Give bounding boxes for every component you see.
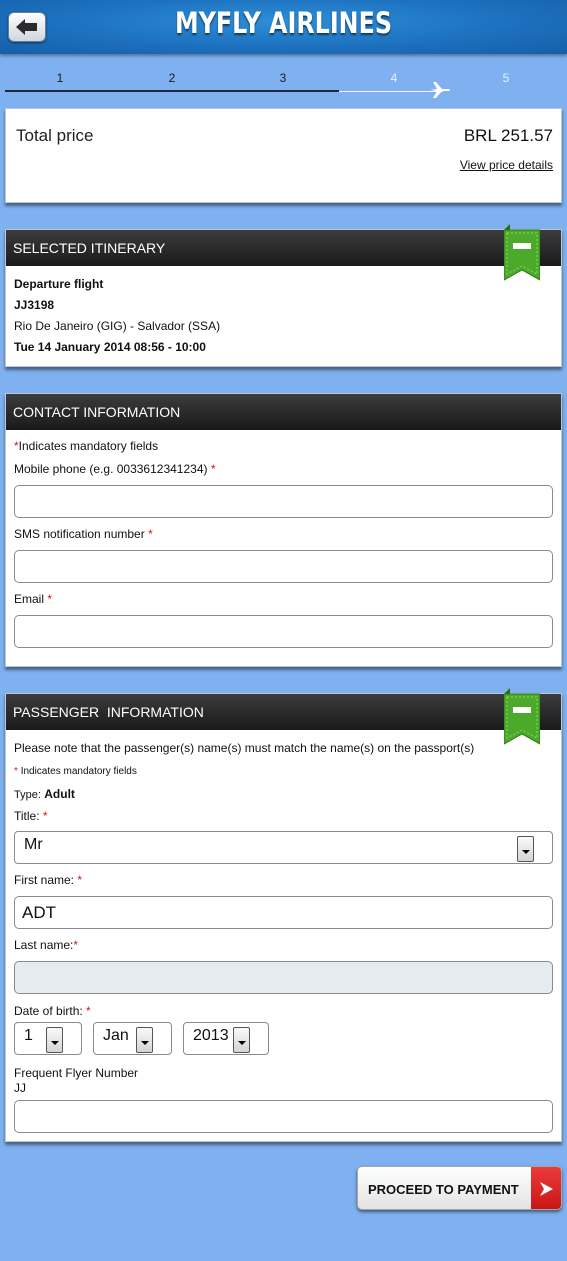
required-mark: * bbox=[42, 809, 48, 823]
dob-day-select[interactable]: 1 bbox=[14, 1022, 82, 1055]
last-name-input[interactable] bbox=[14, 961, 553, 994]
required-mark: * bbox=[148, 527, 153, 541]
required-mark: * bbox=[210, 462, 216, 476]
required-mark: * bbox=[86, 1004, 91, 1018]
mandatory-note: Indicates mandatory fields bbox=[18, 439, 159, 453]
arrow-right-icon bbox=[531, 1167, 561, 1209]
date-of-birth-label: Date of birth: bbox=[14, 1004, 83, 1018]
step-5: 5 bbox=[502, 71, 510, 85]
progress-line-todo bbox=[339, 91, 443, 92]
email-label: Email bbox=[14, 592, 45, 606]
proceed-to-payment-button[interactable]: PROCEED TO PAYMENT bbox=[357, 1166, 562, 1210]
mobile-phone-label: Mobile phone (e.g. 0033612341234) bbox=[14, 462, 208, 476]
flight-direction: Departure flight bbox=[14, 277, 104, 291]
required-mark: * bbox=[77, 873, 83, 887]
required-mark: * bbox=[73, 938, 79, 952]
progress-line-done bbox=[5, 90, 339, 92]
email-input[interactable] bbox=[14, 615, 553, 648]
app-title: MYFLY AIRLINES bbox=[175, 6, 392, 40]
required-mark: * bbox=[14, 766, 18, 777]
frequent-flyer-label: Frequent Flyer Number bbox=[14, 1066, 139, 1080]
passport-note: Please note that the passenger(s) name(s… bbox=[14, 741, 475, 755]
chevron-down-icon bbox=[517, 836, 534, 862]
frequent-flyer-input[interactable] bbox=[14, 1100, 553, 1133]
mobile-phone-input[interactable] bbox=[14, 485, 553, 518]
dob-month-value: Jan bbox=[103, 1027, 129, 1044]
view-price-details-link[interactable]: View price details bbox=[460, 158, 553, 172]
step-2: 2 bbox=[168, 71, 176, 85]
total-price-label: Total price bbox=[16, 126, 94, 145]
proceed-label: PROCEED TO PAYMENT bbox=[368, 1182, 519, 1197]
first-name-label: First name: bbox=[14, 873, 75, 887]
passenger-type-value: Adult bbox=[44, 787, 75, 801]
flight-datetime: Tue 14 January 2014 08:56 - 10:00 bbox=[14, 340, 206, 354]
collapse-ribbon-icon[interactable] bbox=[504, 224, 540, 282]
last-name-label: Last name: bbox=[14, 938, 74, 952]
dob-month-select[interactable]: Jan bbox=[93, 1022, 172, 1055]
title-select-value: Mr bbox=[24, 836, 43, 853]
total-price-panel: Total price BRL 251.57 View price detail… bbox=[5, 108, 562, 203]
dob-year-select[interactable]: 2013 bbox=[183, 1022, 269, 1055]
total-price-value: BRL 251.57 bbox=[463, 126, 553, 145]
title-label: Title: bbox=[14, 809, 40, 823]
chevron-down-icon bbox=[136, 1027, 153, 1053]
first-name-input[interactable]: ADT bbox=[14, 896, 553, 929]
dob-year-value: 2013 bbox=[193, 1027, 229, 1044]
contact-panel: CONTACT INFORMATION * Indicates mandatory… bbox=[5, 393, 562, 667]
passenger-panel: PASSENGER INFORMATION Please note that t… bbox=[5, 688, 562, 1142]
passenger-type-label: Type: bbox=[14, 789, 41, 801]
chevron-down-icon bbox=[46, 1027, 63, 1053]
back-arrow-icon bbox=[16, 19, 37, 35]
app-header: MYFLY AIRLINES bbox=[0, 0, 567, 54]
step-4: 4 bbox=[390, 71, 398, 85]
step-3: 3 bbox=[279, 71, 287, 85]
title-select[interactable]: Mr bbox=[14, 831, 553, 864]
frequent-flyer-prefix: JJ bbox=[14, 1081, 26, 1095]
passenger-heading: PASSENGER INFORMATION bbox=[6, 694, 561, 730]
back-button[interactable] bbox=[8, 12, 46, 42]
itinerary-panel: SELECTED ITINERARY Departure flight JJ31… bbox=[5, 224, 562, 367]
itinerary-heading: SELECTED ITINERARY bbox=[6, 230, 561, 266]
sms-number-input[interactable] bbox=[14, 550, 553, 583]
required-mark: * bbox=[47, 592, 53, 606]
contact-heading: CONTACT INFORMATION bbox=[6, 394, 561, 430]
collapse-ribbon-icon[interactable] bbox=[504, 688, 540, 746]
dob-day-value: 1 bbox=[24, 1027, 33, 1044]
progress-steps: 1 2 3 4 5 bbox=[5, 62, 562, 98]
chevron-down-icon bbox=[233, 1027, 250, 1053]
step-1: 1 bbox=[56, 71, 64, 85]
flight-number: JJ3198 bbox=[14, 298, 55, 312]
flight-route: Rio De Janeiro (GIG) - Salvador (SSA) bbox=[14, 319, 221, 333]
sms-number-label: SMS notification number bbox=[14, 527, 145, 541]
airplane-icon bbox=[430, 82, 450, 98]
mandatory-note: Indicates mandatory fields bbox=[20, 766, 137, 777]
